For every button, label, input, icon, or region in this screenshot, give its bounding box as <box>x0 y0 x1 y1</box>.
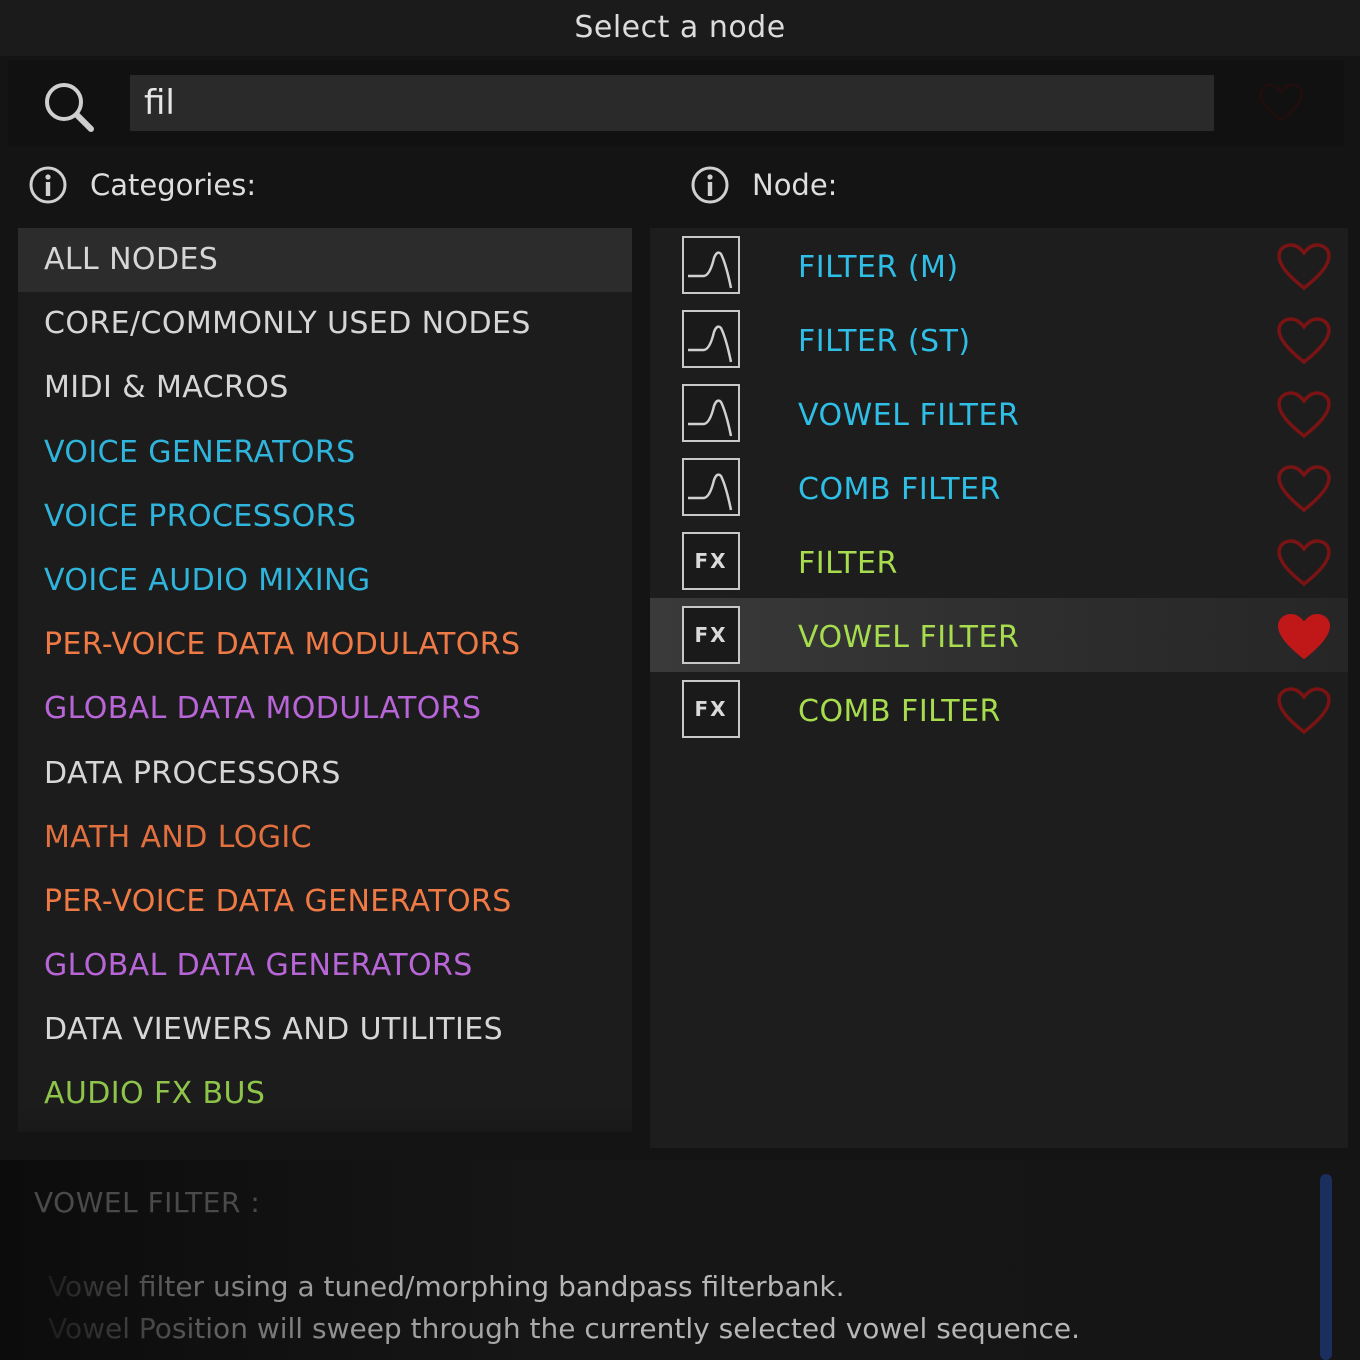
category-item[interactable]: CORE/COMMONLY USED NODES <box>18 292 632 356</box>
node-label: COMB FILTER <box>798 694 1001 729</box>
node-row[interactable]: FILTER (ST) <box>650 302 1348 376</box>
categories-heading: Categories: <box>90 168 257 202</box>
category-item[interactable]: GLOBAL DATA MODULATORS <box>18 677 632 741</box>
fx-icon-text: FX <box>694 697 728 721</box>
description-title: VOWEL FILTER : <box>34 1186 261 1219</box>
category-item[interactable]: ALL NODES <box>18 228 632 293</box>
node-label: COMB FILTER <box>798 472 1001 507</box>
category-item[interactable]: VOICE AUDIO MIXING <box>18 549 632 613</box>
category-item[interactable]: VOICE PROCESSORS <box>18 485 632 549</box>
node-row[interactable]: VOWEL FILTER <box>650 376 1348 450</box>
category-item[interactable]: AUDIO FX BUS <box>18 1062 632 1126</box>
node-row[interactable]: COMB FILTER <box>650 450 1348 524</box>
heart-outline-icon[interactable] <box>1276 686 1332 736</box>
heart-filled-icon[interactable] <box>1276 612 1332 662</box>
node-row[interactable]: FX VOWEL FILTER <box>650 598 1348 672</box>
node-label: FILTER (ST) <box>798 324 971 359</box>
category-item[interactable]: DATA PROCESSORS <box>18 742 632 806</box>
category-item[interactable]: VOICE GENERATORS <box>18 421 632 485</box>
node-row[interactable]: FILTER (M) <box>650 228 1348 302</box>
heart-outline-icon[interactable] <box>1276 464 1332 514</box>
heart-outline-icon[interactable] <box>1276 538 1332 588</box>
description-line: Vowel Position will sweep through the cu… <box>48 1312 1081 1345</box>
node-row[interactable]: FX FILTER <box>650 524 1348 598</box>
heart-outline-icon[interactable] <box>1276 316 1332 366</box>
node-list: FILTER (M) FILTER (ST) VOWEL FILTER COMB FI… <box>650 228 1348 1148</box>
node-heading: Node: <box>752 168 838 202</box>
category-list: ALL NODES CORE/COMMONLY USED NODES MIDI & … <box>18 228 632 1132</box>
fx-icon-text: FX <box>694 623 728 647</box>
category-item[interactable]: GLOBAL DATA GENERATORS <box>18 934 632 998</box>
fx-icon-text: FX <box>694 549 728 573</box>
node-label: FILTER (M) <box>798 250 959 285</box>
search-input[interactable] <box>130 75 1214 131</box>
category-item[interactable]: MATH AND LOGIC <box>18 806 632 870</box>
category-item[interactable]: PER-VOICE DATA GENERATORS <box>18 870 632 934</box>
node-description-panel: VOWEL FILTER : Vowel filter using a tune… <box>0 1160 1360 1360</box>
favorites-filter-heart-icon[interactable] <box>1258 82 1304 124</box>
node-label: FILTER <box>798 546 898 581</box>
node-label: VOWEL FILTER <box>798 620 1020 655</box>
category-item[interactable]: DATA VIEWERS AND UTILITIES <box>18 998 632 1062</box>
filter-curve-icon <box>682 310 740 368</box>
dialog-title: Select a node <box>0 0 1360 56</box>
category-item[interactable]: PER-VOICE DATA MODULATORS <box>18 613 632 677</box>
category-item[interactable]: MIDI & MACROS <box>18 356 632 420</box>
filter-curve-icon <box>682 236 740 294</box>
node-header: Node: <box>690 158 837 212</box>
description-scrollbar[interactable] <box>1320 1174 1332 1360</box>
heart-outline-icon[interactable] <box>1276 390 1332 440</box>
node-info-icon[interactable] <box>690 165 730 205</box>
search-icon <box>45 83 94 132</box>
node-label: VOWEL FILTER <box>798 398 1020 433</box>
heart-outline-icon[interactable] <box>1276 242 1332 292</box>
fx-icon: FX <box>682 606 740 664</box>
filter-curve-icon <box>682 384 740 442</box>
fx-icon: FX <box>682 680 740 738</box>
node-row[interactable]: FX COMB FILTER <box>650 672 1348 746</box>
filter-curve-icon <box>682 458 740 516</box>
categories-header: Categories: <box>28 158 256 212</box>
fx-icon: FX <box>682 532 740 590</box>
search-bar <box>8 60 1344 146</box>
description-line: Vowel filter using a tuned/morphing band… <box>48 1270 845 1303</box>
categories-info-icon[interactable] <box>28 165 68 205</box>
